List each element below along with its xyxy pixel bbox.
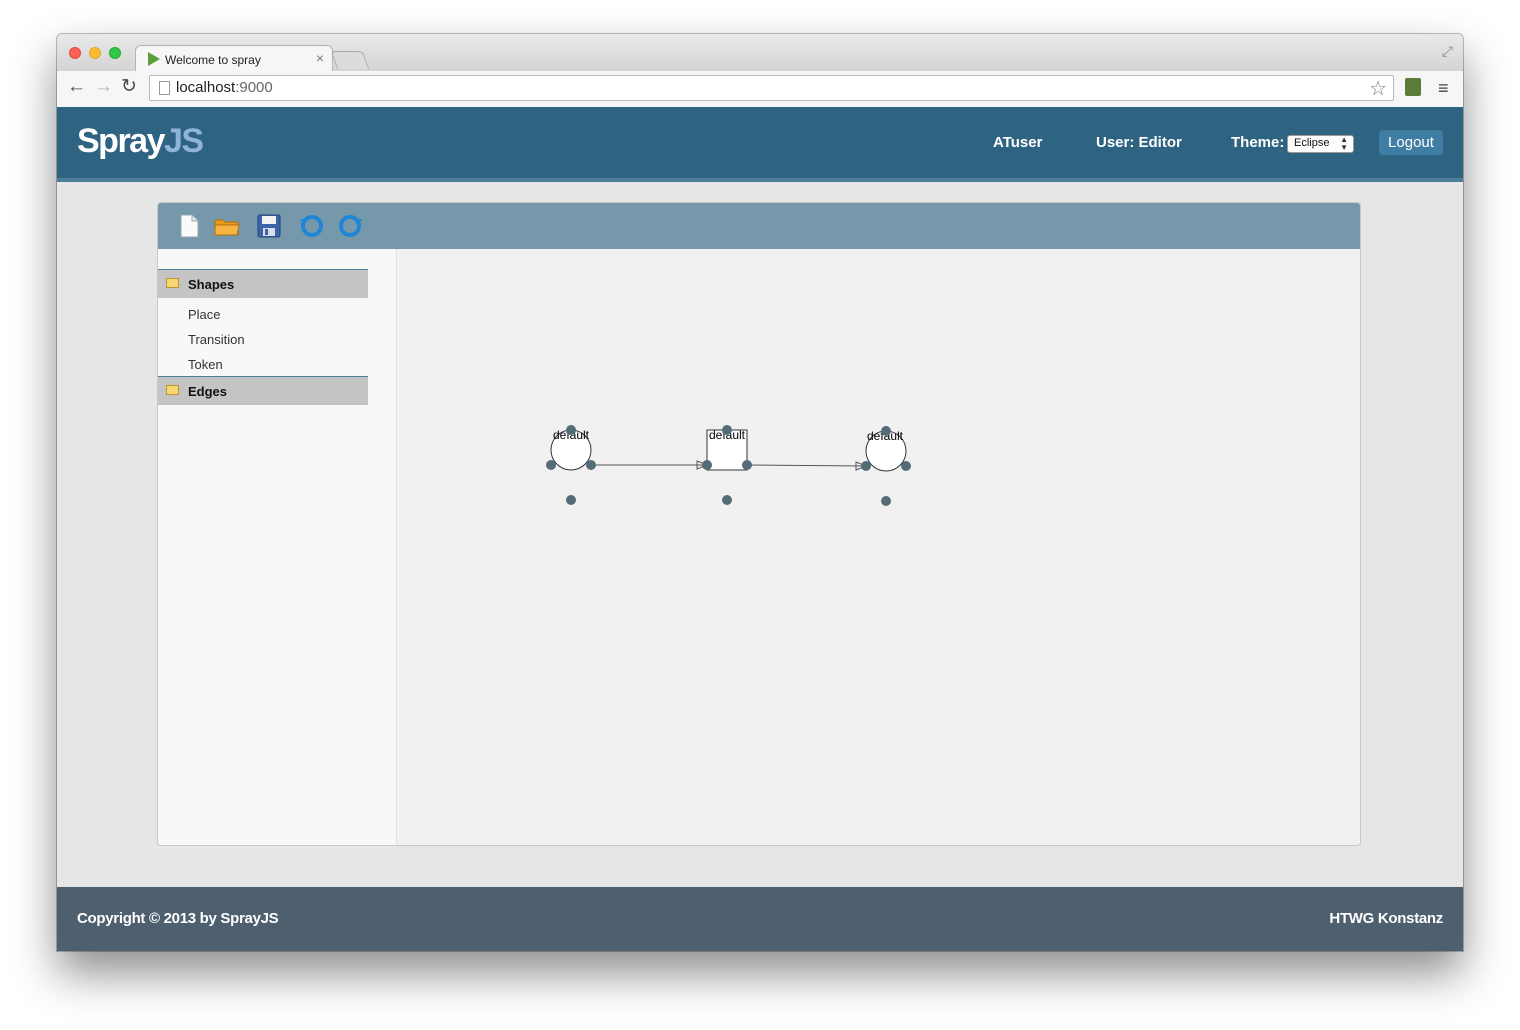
browser-tab[interactable]: Welcome to spray ×	[135, 45, 333, 73]
diagram-canvas[interactable]: default default default	[397, 249, 1360, 845]
connection-port[interactable]	[881, 426, 891, 436]
header-divider	[57, 178, 1463, 182]
folder-icon	[166, 278, 179, 288]
tab-title: Welcome to spray	[165, 53, 261, 67]
select-arrows-icon: ▲ ▼	[1340, 135, 1348, 152]
connection-port[interactable]	[881, 496, 891, 506]
fullscreen-icon[interactable]: ⤢	[1442, 43, 1453, 60]
page-icon	[159, 81, 170, 95]
theme-select[interactable]: Eclipse ▲ ▼	[1287, 135, 1354, 153]
folder-icon	[166, 385, 179, 395]
palette-group-shapes[interactable]: Shapes	[158, 269, 368, 298]
logout-button[interactable]: Logout	[1379, 130, 1443, 155]
open-folder-icon[interactable]	[213, 212, 241, 240]
group-label: Shapes	[188, 277, 235, 292]
logo-primary: Spray	[77, 122, 166, 160]
nav-username[interactable]: ATuser	[993, 134, 1042, 151]
address-bar[interactable]: localhost:9000 ☆	[149, 75, 1394, 101]
close-window-button[interactable]	[69, 47, 81, 59]
browser-toolbar: ← → ↻ localhost:9000 ☆ ≡	[57, 71, 1463, 108]
app-footer: Copyright © 2013 by SprayJS HTWG Konstan…	[57, 887, 1463, 951]
copyright-text: Copyright © 2013 by SprayJS	[77, 910, 279, 927]
connection-port[interactable]	[566, 425, 576, 435]
arc-edge[interactable]	[747, 464, 867, 467]
app-header: SprayJS ATuser User: Editor Theme: Eclip…	[57, 107, 1463, 178]
play-icon	[148, 52, 160, 66]
browser-window: Welcome to spray × ⤢ ← → ↻ localhost:900…	[57, 34, 1463, 951]
group-label: Edges	[188, 384, 228, 399]
page: SprayJS ATuser User: Editor Theme: Eclip…	[57, 107, 1463, 951]
url-text: localhost:9000	[176, 79, 273, 96]
extension-icon[interactable]	[1405, 78, 1421, 96]
minimize-window-button[interactable]	[89, 47, 101, 59]
redo-icon[interactable]	[337, 212, 365, 240]
connection-port[interactable]	[566, 495, 576, 505]
theme-value: Eclipse	[1294, 137, 1330, 149]
connection-port[interactable]	[722, 425, 732, 435]
connection-port[interactable]	[901, 461, 911, 471]
url-port: :9000	[235, 79, 273, 96]
connection-port[interactable]	[861, 461, 871, 471]
organization-text: HTWG Konstanz	[1329, 910, 1443, 927]
url-host: localhost	[176, 79, 236, 96]
palette-group-edges[interactable]: Edges	[158, 376, 368, 405]
palette-item-place[interactable]: Place	[188, 307, 221, 322]
bookmark-star-icon[interactable]: ☆	[1369, 76, 1387, 101]
nav-user-role: User: Editor	[1096, 134, 1182, 151]
connection-port[interactable]	[702, 460, 712, 470]
connection-port[interactable]	[546, 460, 556, 470]
save-icon[interactable]	[255, 212, 283, 240]
new-file-icon[interactable]	[175, 212, 203, 240]
close-tab-icon[interactable]: ×	[316, 51, 324, 65]
zoom-window-button[interactable]	[109, 47, 121, 59]
diagram-editor: Shapes Place Transition Token Edges defa…	[157, 202, 1361, 846]
undo-icon[interactable]	[297, 212, 325, 240]
connection-port[interactable]	[742, 460, 752, 470]
back-icon[interactable]: ←	[67, 77, 86, 97]
theme-label: Theme:	[1231, 134, 1285, 151]
new-tab-button[interactable]	[330, 51, 370, 69]
reload-icon[interactable]: ↻	[121, 77, 137, 97]
logo-accent: JS	[164, 122, 204, 160]
app-logo[interactable]: SprayJS	[77, 122, 204, 161]
tab-strip: Welcome to spray × ⤢	[57, 34, 1463, 73]
shape-palette: Shapes Place Transition Token Edges	[158, 249, 397, 845]
palette-item-token[interactable]: Token	[188, 357, 223, 372]
connection-port[interactable]	[722, 495, 732, 505]
connection-port[interactable]	[586, 460, 596, 470]
hamburger-menu-icon[interactable]: ≡	[1438, 79, 1449, 97]
palette-item-transition[interactable]: Transition	[188, 332, 245, 347]
diagram-svg[interactable]: default default default	[397, 249, 1360, 845]
editor-toolbar	[158, 203, 1360, 249]
forward-icon[interactable]: →	[94, 77, 113, 97]
